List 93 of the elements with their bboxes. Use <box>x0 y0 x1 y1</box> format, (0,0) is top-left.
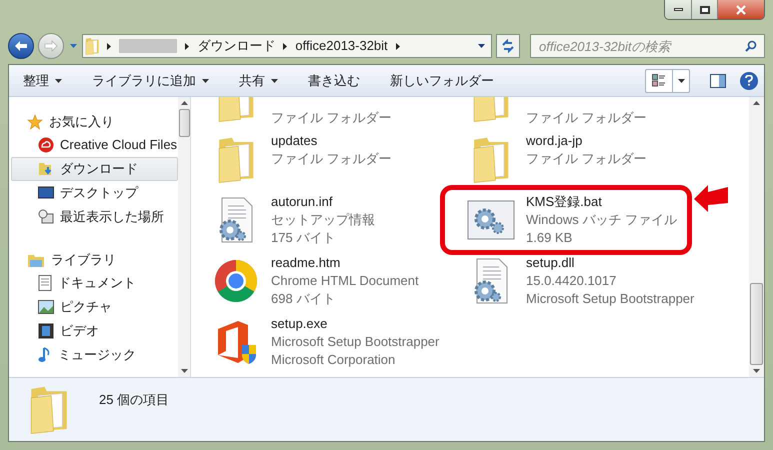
chevron-icon <box>185 42 190 50</box>
search-field[interactable]: office2013-32bitの検索 <box>530 34 765 58</box>
nav-item[interactable]: ピクチャ <box>11 295 178 319</box>
back-button[interactable] <box>8 33 34 59</box>
download-folder-icon <box>38 161 54 177</box>
search-icon <box>745 40 757 52</box>
scroll-down-icon[interactable] <box>753 369 760 373</box>
file-detail: Microsoft Setup Bootstrapper <box>271 333 440 351</box>
scroll-up-icon[interactable] <box>180 101 188 105</box>
blurred-segment <box>119 39 178 53</box>
help-button[interactable] <box>740 72 758 90</box>
chevron-icon <box>107 42 112 50</box>
file-detail: Chrome HTML Document <box>271 272 419 290</box>
close-button[interactable] <box>718 0 764 19</box>
refresh-icon <box>501 39 515 53</box>
nav-item[interactable]: ダウンロード <box>11 157 178 181</box>
library-folder-icon <box>27 252 45 268</box>
file-detail: ファイル フォルダー <box>526 109 647 127</box>
caret-icon <box>202 78 209 82</box>
nav-group[interactable]: ライブラリ <box>11 249 178 271</box>
refresh-button[interactable] <box>496 34 520 58</box>
toolbar-button[interactable]: 共有 <box>239 70 278 90</box>
file-name: setup.dll <box>526 254 576 272</box>
nav-item[interactable]: ミュージック <box>11 343 178 367</box>
chevron-icon <box>396 42 400 50</box>
help-icon <box>745 75 753 86</box>
desktop-icon <box>38 186 54 200</box>
file-detail: ファイル フォルダー <box>271 150 392 168</box>
file-detail: 1.69 KB <box>526 229 574 247</box>
breadcrumb-item[interactable]: ダウンロード <box>197 36 276 56</box>
back-arrow-icon <box>14 40 28 52</box>
nav-item[interactable]: 最近表示した場所 <box>11 205 178 229</box>
scroll-thumb[interactable] <box>750 283 763 365</box>
file-detail: 15.0.4420.1017 <box>526 272 618 290</box>
caret-icon <box>478 44 485 48</box>
item-count: 25 個の項目 <box>99 391 170 409</box>
history-dropdown[interactable] <box>68 44 78 48</box>
folder-icon <box>216 134 256 182</box>
close-icon <box>736 4 746 14</box>
file-detail: ファイル フォルダー <box>271 109 392 127</box>
file-detail: セットアップ情報 <box>271 211 375 229</box>
file-name: autorun.inf <box>271 193 334 211</box>
toolbar-button[interactable]: 書き込む <box>308 70 360 90</box>
arrow-icon <box>694 183 730 213</box>
nav-item[interactable]: デスクトップ <box>11 181 178 205</box>
toolbar-button[interactable]: ライブラリに追加 <box>92 70 209 90</box>
folder-icon <box>472 134 510 182</box>
file-name: readme.htm <box>271 254 342 272</box>
caret-icon <box>55 78 62 82</box>
recent-places-icon <box>38 209 54 225</box>
nav-item[interactable]: ビデオ <box>11 319 178 343</box>
details-view-icon <box>652 74 666 87</box>
file-detail: Microsoft Corporation <box>271 351 396 369</box>
file-name: word.ja-jp <box>526 132 584 150</box>
file-detail: Windows バッチ ファイル <box>526 211 677 229</box>
cloud-logo-icon <box>38 137 54 153</box>
scroll-thumb[interactable] <box>178 109 190 137</box>
address-bar[interactable]: ダウンロード office2013-32bit <box>82 34 492 58</box>
nav-item[interactable]: Creative Cloud Files <box>11 133 178 157</box>
pane-icon <box>710 74 726 88</box>
gear-window-icon <box>467 200 515 240</box>
caret-icon <box>271 78 278 82</box>
file-name: setup.exe <box>271 315 328 333</box>
file-detail: 698 バイト <box>271 290 336 308</box>
caret-icon <box>70 44 76 48</box>
file-detail: 175 バイト <box>271 229 336 247</box>
toolbar-button[interactable]: 新しいフォルダー <box>390 70 494 90</box>
scrollbar[interactable] <box>749 97 764 377</box>
caret-icon <box>678 78 684 82</box>
maximize-button[interactable] <box>692 0 718 19</box>
file-name: updates <box>271 132 318 150</box>
star-icon <box>27 114 43 130</box>
document-icon <box>38 275 52 291</box>
picture-icon <box>38 300 54 314</box>
music-note-icon <box>38 347 52 363</box>
toolbar-button[interactable]: 整理 <box>23 70 62 90</box>
minimize-button[interactable] <box>665 0 692 19</box>
file-name: KMS登録.bat <box>526 193 603 211</box>
forward-arrow-icon <box>44 40 58 52</box>
scroll-down-icon[interactable] <box>180 369 188 373</box>
chevron-icon <box>283 42 288 50</box>
scrollbar[interactable] <box>178 97 190 377</box>
file-detail: Microsoft Setup Bootstrapper <box>526 290 694 308</box>
folder-icon <box>29 384 69 434</box>
view-options-button[interactable] <box>645 68 690 92</box>
file-detail: ファイル フォルダー <box>526 150 647 168</box>
folder-icon <box>85 37 100 55</box>
nav-item[interactable]: ドキュメント <box>11 271 178 295</box>
scroll-up-icon[interactable] <box>753 101 760 105</box>
nav-group[interactable]: お気に入り <box>11 111 178 133</box>
film-icon <box>38 323 54 339</box>
breadcrumb-item[interactable]: office2013-32bit <box>295 36 388 56</box>
browser-icon <box>214 258 258 302</box>
